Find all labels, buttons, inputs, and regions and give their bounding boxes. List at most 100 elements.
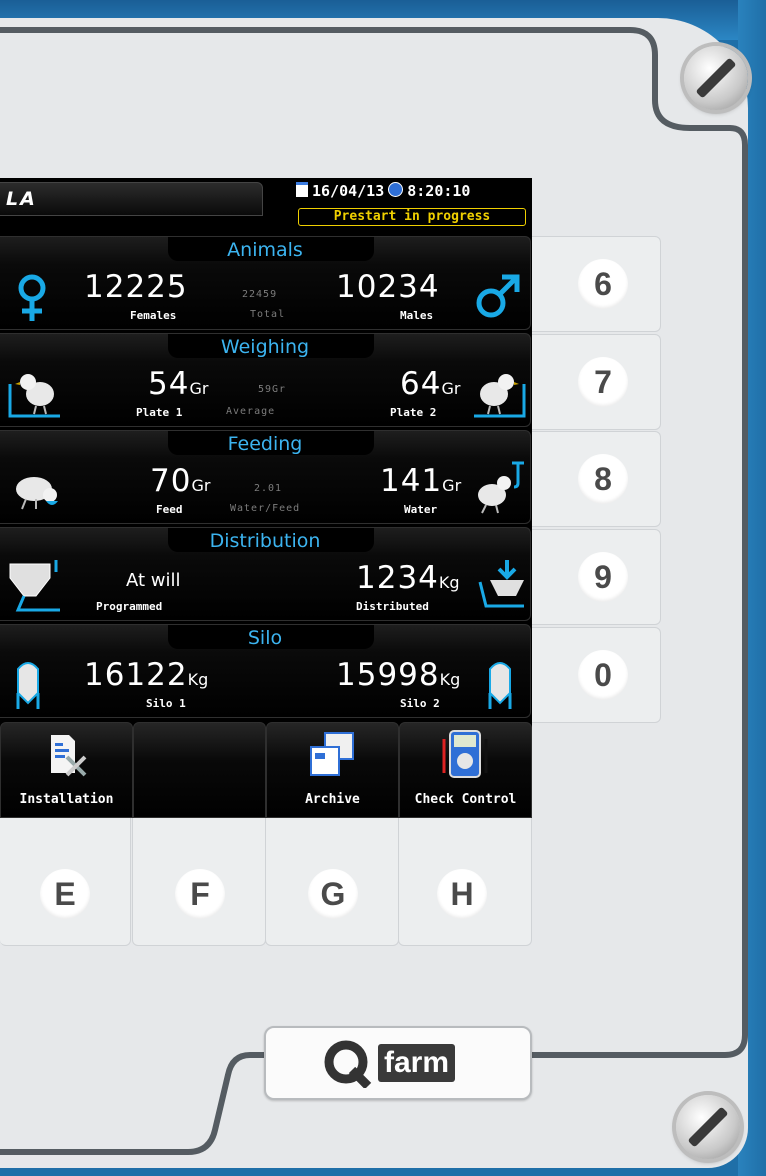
brand-logo-plate: farm bbox=[264, 1026, 532, 1100]
installation-icon bbox=[51, 735, 87, 777]
key-f[interactable]: F bbox=[132, 815, 266, 946]
section-title: Distribution bbox=[209, 530, 321, 552]
installation-label: Installation bbox=[19, 792, 114, 807]
archive-label: Archive bbox=[305, 792, 360, 807]
silo2-number: 15998 bbox=[336, 657, 440, 693]
programmed-value: At will bbox=[126, 570, 181, 591]
key-6[interactable]: 6 bbox=[530, 236, 661, 332]
screen-brand: LA bbox=[6, 188, 37, 210]
empty-function-button[interactable] bbox=[133, 722, 266, 818]
silo1-label: Silo 1 bbox=[146, 697, 186, 710]
time-text: 8:20:10 bbox=[407, 182, 471, 200]
total-value: 22459 bbox=[242, 289, 278, 300]
section-title: Feeding bbox=[227, 433, 303, 455]
calendar-icon bbox=[296, 182, 308, 197]
header-tab bbox=[0, 182, 263, 216]
silo1-number: 16122 bbox=[84, 657, 188, 693]
water-label: Water bbox=[404, 503, 438, 516]
section-title: Animals bbox=[227, 239, 303, 261]
key-9[interactable]: 9 bbox=[530, 529, 661, 625]
key-label: F bbox=[175, 869, 225, 919]
weighing-section[interactable]: Weighing 54Gr Plate 1 59Gr Average 64Gr … bbox=[0, 333, 531, 427]
feed-hopper-icon bbox=[9, 560, 60, 612]
plate1-label: Plate 1 bbox=[136, 406, 183, 419]
check-control-button[interactable]: Check Control bbox=[399, 722, 532, 818]
distributed-number: 1234 bbox=[356, 560, 439, 596]
females-label: Females bbox=[130, 309, 177, 322]
average-label: Average bbox=[226, 406, 276, 417]
males-label: Males bbox=[400, 309, 434, 322]
silo-section[interactable]: Silo 16122Kg Silo 1 15998Kg Silo 2 bbox=[0, 624, 531, 718]
key-label: 7 bbox=[578, 357, 628, 407]
key-g[interactable]: G bbox=[265, 815, 399, 946]
screw-icon bbox=[676, 1095, 740, 1159]
water-number: 141 bbox=[380, 463, 443, 499]
silo2-unit: Kg bbox=[439, 670, 461, 689]
silo1-unit: Kg bbox=[187, 670, 209, 689]
feed-unit: Gr bbox=[191, 476, 211, 495]
ratio-label: Water/Feed bbox=[230, 503, 301, 514]
average-value: 59Gr bbox=[258, 384, 287, 395]
key-label: E bbox=[40, 869, 90, 919]
ratio-value: 2.01 bbox=[254, 483, 283, 494]
silo1-value: 16122Kg bbox=[84, 657, 208, 693]
male-symbol-icon bbox=[476, 274, 520, 318]
plate1-number: 54 bbox=[148, 366, 190, 402]
key-h[interactable]: H bbox=[398, 815, 532, 946]
date-text: 16/04/13 bbox=[312, 182, 385, 200]
section-title: Silo bbox=[247, 627, 283, 649]
distributed-value: 1234Kg bbox=[356, 560, 460, 596]
silo-icon bbox=[488, 662, 512, 709]
males-value: 10234 bbox=[336, 269, 440, 305]
animals-section[interactable]: Animals 12225 Females 22459 Total 10234 … bbox=[0, 236, 531, 330]
status-banner: Prestart in progress bbox=[298, 208, 526, 226]
distributed-unit: Kg bbox=[438, 573, 460, 592]
key-e[interactable]: E bbox=[0, 815, 131, 946]
key-label: 8 bbox=[578, 454, 628, 504]
clock-icon bbox=[388, 182, 404, 197]
water-unit: Gr bbox=[442, 476, 462, 495]
feed-number: 70 bbox=[150, 463, 192, 499]
key-8[interactable]: 8 bbox=[530, 431, 661, 527]
key-0[interactable]: 0 bbox=[530, 627, 661, 723]
brand-word: farm bbox=[378, 1044, 456, 1082]
key-label: 0 bbox=[578, 650, 628, 700]
check-control-label: Check Control bbox=[414, 792, 517, 807]
silo-icon bbox=[16, 662, 40, 709]
key-label: G bbox=[308, 869, 358, 919]
feed-value: 70Gr bbox=[150, 463, 210, 499]
silo2-label: Silo 2 bbox=[400, 697, 440, 710]
plate2-unit: Gr bbox=[441, 379, 461, 398]
key-label: 9 bbox=[578, 552, 628, 602]
plate2-number: 64 bbox=[400, 366, 442, 402]
archive-button[interactable]: Archive bbox=[266, 722, 399, 818]
datetime: 16/04/13 8:20:10 bbox=[296, 182, 470, 200]
installation-button[interactable]: Installation bbox=[0, 722, 133, 818]
female-symbol-icon bbox=[18, 274, 46, 321]
key-label: H bbox=[437, 869, 487, 919]
plate1-unit: Gr bbox=[189, 379, 209, 398]
weighing-chick-icon bbox=[8, 374, 60, 418]
feeding-chicken-icon bbox=[16, 477, 58, 510]
programmed-label: Programmed bbox=[96, 600, 163, 613]
water-value: 141Gr bbox=[380, 463, 461, 499]
multimeter-icon bbox=[442, 730, 488, 778]
key-label: 6 bbox=[578, 259, 628, 309]
section-title: Weighing bbox=[220, 336, 310, 358]
weighing-chick-icon bbox=[474, 374, 526, 418]
feeding-section[interactable]: Feeding 70Gr Feed 2.01 Water/Feed 141Gr … bbox=[0, 430, 531, 524]
plate2-value: 64Gr bbox=[400, 366, 460, 402]
q-logo-icon bbox=[322, 1038, 372, 1090]
lcd-screen: LA 16/04/13 8:20:10 Prestart in progress … bbox=[0, 178, 532, 818]
silo2-value: 15998Kg bbox=[336, 657, 460, 693]
water-chick-icon bbox=[478, 461, 524, 514]
distribution-section[interactable]: Distribution At will Programmed 1234Kg D… bbox=[0, 527, 531, 621]
feed-hopper-icon bbox=[478, 560, 524, 608]
plate1-value: 54Gr bbox=[148, 366, 208, 402]
key-7[interactable]: 7 bbox=[530, 334, 661, 430]
females-value: 12225 bbox=[84, 269, 188, 305]
screw-icon bbox=[684, 46, 748, 110]
archive-icon bbox=[310, 732, 354, 776]
feed-label: Feed bbox=[156, 503, 183, 516]
plate2-label: Plate 2 bbox=[390, 406, 437, 419]
